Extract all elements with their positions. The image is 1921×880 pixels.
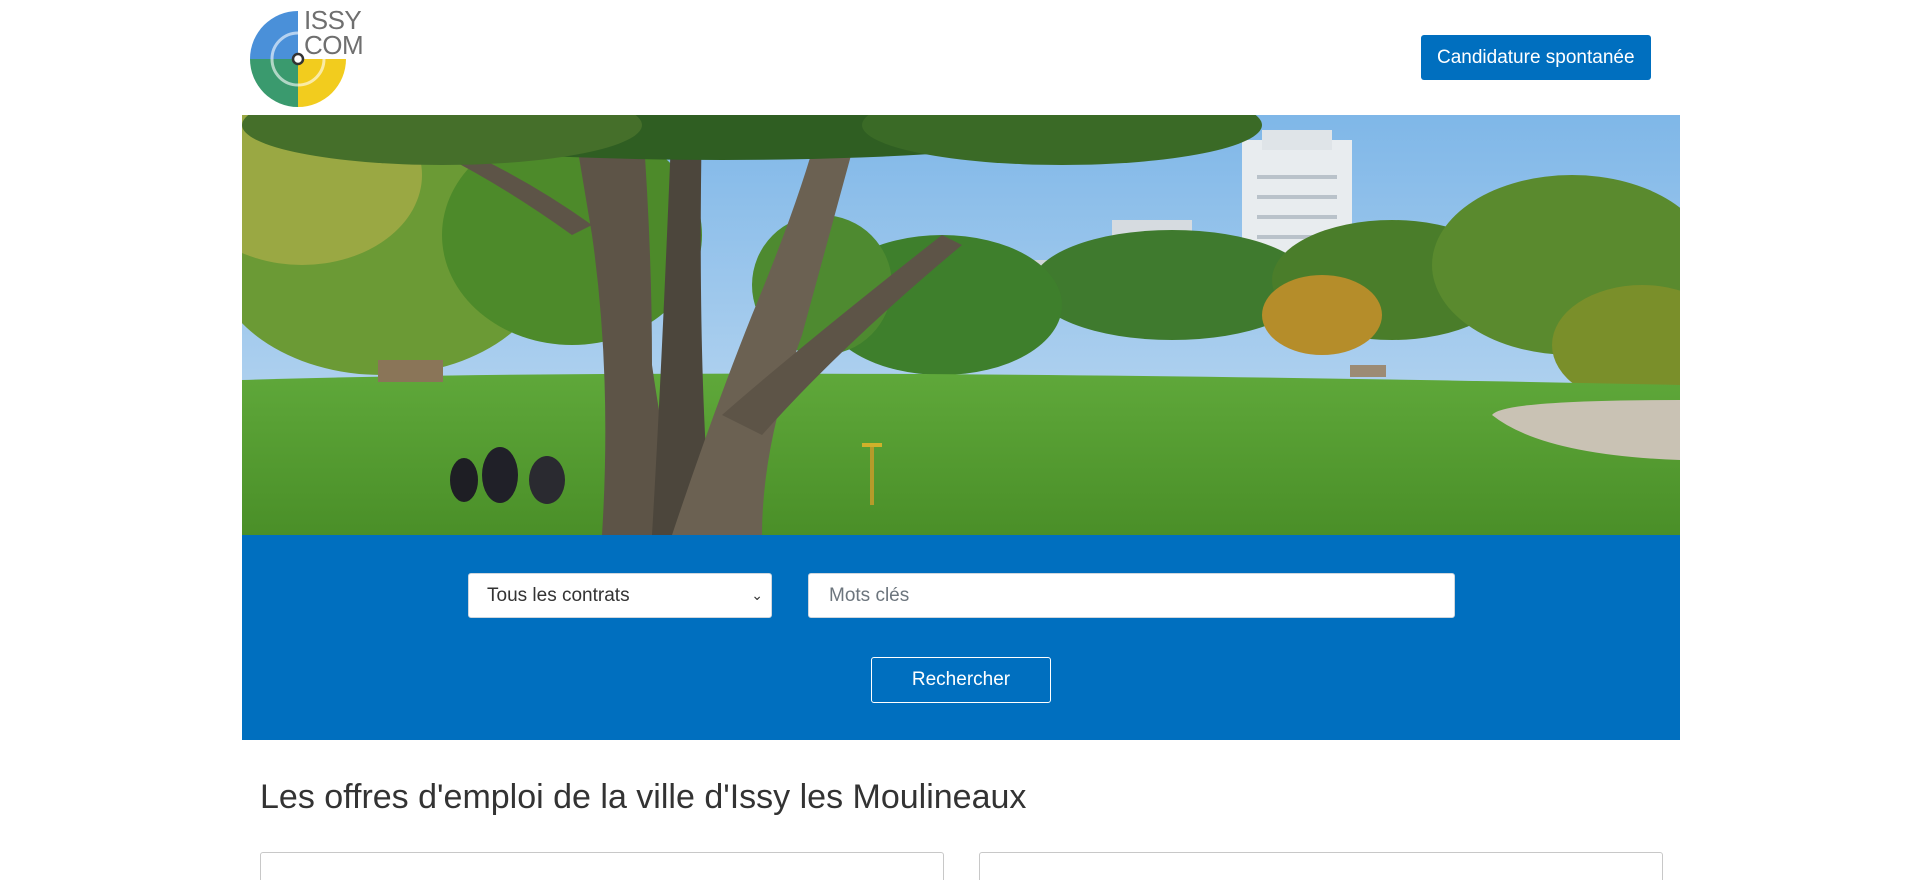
keywords-input[interactable] (808, 573, 1455, 618)
logo-wordmark: ISSY COM (304, 7, 364, 60)
logo-line-2: COM (304, 30, 364, 60)
page: ISSY COM Candidature spontanée Tous les … (0, 0, 1921, 880)
chevron-down-icon: ⌄ (751, 587, 763, 603)
spontaneous-application-button[interactable]: Candidature spontanée (1421, 35, 1651, 80)
search-panel: Tous les contrats ⌄ Rechercher (242, 535, 1680, 740)
job-offer-card[interactable] (979, 852, 1663, 880)
issy-com-logo[interactable]: ISSY COM (250, 7, 364, 108)
job-offer-card[interactable] (260, 852, 944, 880)
hero-banner-image (242, 115, 1680, 535)
contract-type-select[interactable]: Tous les contrats ⌄ (468, 573, 772, 618)
page-title: Les offres d'emploi de la ville d'Issy l… (260, 778, 1027, 816)
contract-type-select-value: Tous les contrats (487, 585, 630, 606)
park-landscape-illustration (242, 115, 1680, 535)
site-header: ISSY COM Candidature spontanée (242, 0, 1680, 115)
search-button[interactable]: Rechercher (871, 657, 1051, 703)
